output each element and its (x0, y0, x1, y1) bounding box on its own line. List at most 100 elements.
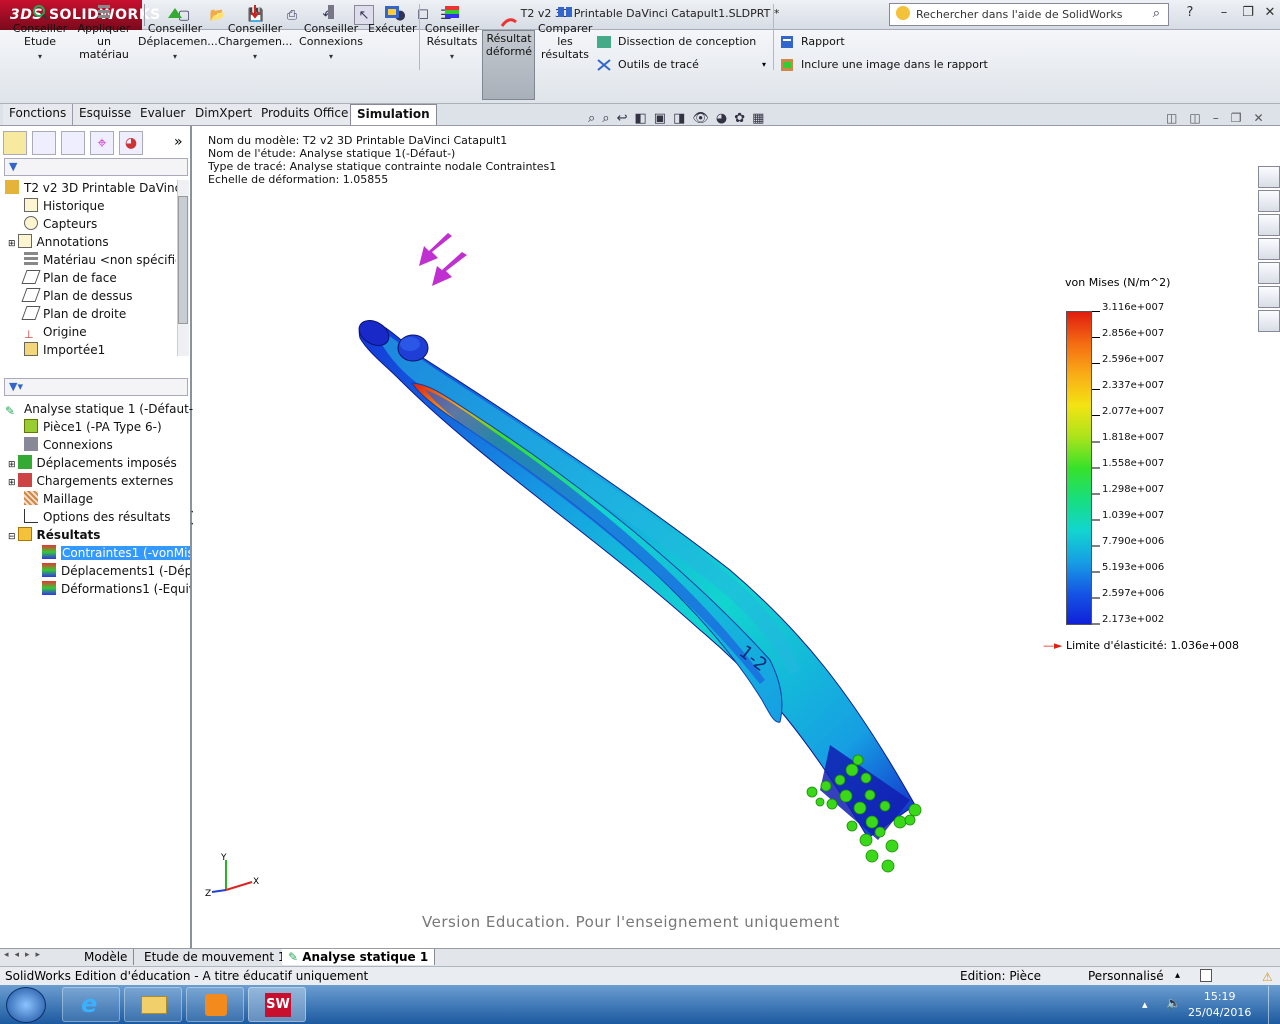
file-explorer-icon[interactable] (1258, 238, 1280, 260)
volume-icon[interactable]: 🔈 (1166, 996, 1181, 1010)
expand-panel-icon[interactable]: » (174, 134, 183, 150)
view-settings-icon[interactable]: ▦ (752, 111, 771, 126)
home-icon[interactable] (1258, 190, 1280, 212)
property-manager-tab-icon[interactable] (32, 131, 56, 155)
vp-minimize-icon[interactable]: – (1213, 111, 1231, 125)
tree-item-annotations[interactable]: ⊞ Annotations (8, 233, 109, 251)
report-button[interactable]: Rapport (779, 35, 845, 49)
study-root[interactable]: ✎ Analyse statique 1 (-Défaut-) (5, 400, 198, 418)
restore-button[interactable]: ❐ (1238, 5, 1258, 23)
study-item-result-options[interactable]: Options des résultats (24, 508, 170, 526)
study-item-results[interactable]: ⊟ Résultats (8, 526, 100, 544)
study-item-connections[interactable]: Connexions (24, 436, 113, 454)
study-item-part[interactable]: Pièce1 (-PA Type 6-) (24, 418, 162, 436)
view-orientation-icon[interactable]: ▣ (654, 111, 673, 126)
show-desktop-button[interactable] (1268, 986, 1280, 1024)
legend-tick: 2.077e+007 (1102, 406, 1165, 417)
appearances-icon[interactable] (1258, 286, 1280, 308)
display-manager-tab-icon[interactable]: ◕ (119, 131, 143, 155)
warning-icon[interactable]: ⚠ (1262, 968, 1273, 986)
run-button[interactable]: Exécuter (368, 4, 417, 35)
include-image-button[interactable]: Inclure une image dans le rapport (779, 58, 988, 72)
tree-item-front-plane[interactable]: Plan de face (21, 269, 117, 287)
hide-show-icon[interactable]: 👁 (692, 111, 716, 126)
tab-features[interactable]: Fonctions (3, 104, 74, 125)
tree-item-right-plane[interactable]: Plan de droite (21, 305, 126, 323)
media-player-icon[interactable] (186, 987, 244, 1022)
study-filter[interactable]: ▼▾ (4, 378, 188, 396)
feature-manager-tab-icon[interactable] (3, 131, 27, 155)
solidworks-resources-icon[interactable] (1258, 166, 1280, 188)
appearance-icon[interactable]: ◕ (716, 111, 734, 126)
results-advisor-button[interactable]: Conseiller Résultats ▾ (424, 4, 480, 63)
view-palette-icon[interactable] (1258, 262, 1280, 284)
study-advisor-button[interactable]: Conseiller Etude ▾ (10, 4, 70, 63)
configuration-manager-tab-icon[interactable] (61, 131, 85, 155)
help-search-input[interactable]: Rechercher dans l'aide de SolidWorks ⌕ (889, 3, 1169, 26)
loads-advisor-button[interactable]: Conseiller Chargemen... ▾ (218, 4, 292, 63)
tree-root[interactable]: T2 v2 3D Printable DaVinci (5, 179, 177, 197)
previous-view-icon[interactable]: ↩ (617, 111, 635, 126)
zoom-to-fit-icon[interactable]: ⌕ (588, 111, 602, 126)
fixtures-advisor-button[interactable]: Conseiller Déplacemen... ▾ (138, 4, 218, 63)
result-strain[interactable]: Déformations1 (-Equival (42, 580, 190, 598)
start-button[interactable] (6, 987, 46, 1023)
load-arrows (419, 233, 467, 286)
rebuild-status-icon[interactable] (1200, 969, 1212, 982)
tree-item-top-plane[interactable]: Plan de dessus (21, 287, 133, 305)
result-displacement[interactable]: Déplacements1 (-Dépl. r (42, 562, 190, 580)
units-text[interactable]: Personnalisé (1088, 967, 1164, 985)
vp-restore-icon[interactable]: ❐ (1231, 111, 1254, 125)
result-stress[interactable]: Contraintes1 (-vonMises-) (42, 544, 190, 562)
design-library-icon[interactable] (1258, 214, 1280, 236)
vp-close-icon[interactable]: ✕ (1253, 111, 1275, 125)
plot-tools-dropdown-icon[interactable]: ▾ (762, 60, 766, 69)
tab-sketch[interactable]: Esquisse (73, 104, 139, 125)
view-toolbar[interactable]: ⌕⌕↩◧▣◨👁◕✿▦ (588, 111, 771, 126)
apply-material-button[interactable]: Appliquer un matériau (76, 4, 132, 61)
help-menu-icon[interactable]: ? (1180, 5, 1200, 23)
zoom-area-icon[interactable]: ⌕ (602, 111, 616, 126)
tree-scroll-thumb[interactable] (178, 196, 188, 324)
scene-icon[interactable]: ✿ (734, 111, 752, 126)
units-arrow-icon[interactable]: ▴ (1175, 967, 1180, 985)
tab-static-analysis[interactable]: ✎ Analyse statique 1 (282, 949, 436, 965)
solidworks-taskbar-icon[interactable]: SW (248, 987, 306, 1022)
connections-advisor-button[interactable]: Conseiller Connexions ▾ (298, 4, 364, 63)
tree-item-material[interactable]: Matériau <non spécifié> (24, 251, 176, 269)
tab-dimxpert[interactable]: DimXpert (189, 104, 260, 125)
study-item-mesh[interactable]: Maillage (24, 490, 93, 508)
tree-item-origin[interactable]: ⊥ Origine (24, 323, 87, 341)
tray-expand-icon[interactable]: ▴ (1142, 998, 1148, 1011)
plot-tools-button[interactable]: Outils de tracé (596, 58, 699, 72)
study-item-loads[interactable]: ⊞ Chargements externes (8, 472, 173, 490)
study-item-fixtures[interactable]: ⊞ Déplacements imposés (8, 454, 177, 472)
dimxpert-tab-icon[interactable]: ⌖ (90, 131, 114, 155)
tree-item-sensors[interactable]: Capteurs (24, 215, 97, 233)
file-explorer-taskbar-icon[interactable] (124, 987, 182, 1022)
tree-item-imported[interactable]: Importée1 (24, 341, 105, 359)
feature-filter[interactable]: ▼ (4, 158, 188, 176)
tab-motion-study[interactable]: Etude de mouvement 1 (138, 949, 293, 965)
tab-office-products[interactable]: Produits Office (255, 104, 356, 125)
tile2-icon[interactable]: ◫ (1189, 111, 1212, 125)
internet-explorer-icon[interactable]: e (62, 987, 120, 1022)
tab-simulation[interactable]: Simulation (350, 104, 437, 125)
custom-properties-icon[interactable] (1258, 310, 1280, 332)
tab-model[interactable]: Modèle (78, 949, 135, 965)
taskbar-clock[interactable]: 15:19 25/04/2016 (1188, 989, 1251, 1021)
minimize-button[interactable]: – (1214, 5, 1234, 23)
viewport-window-controls[interactable]: ◫◫–❐✕ (1166, 111, 1276, 125)
design-insight-button[interactable]: Dissection de conception (596, 35, 756, 49)
tree-item-history[interactable]: Historique (24, 197, 105, 215)
search-icon[interactable]: ⌕ (1153, 6, 1160, 21)
tab-evaluate[interactable]: Evaluer (134, 104, 193, 125)
sensor-icon (24, 216, 38, 230)
section-view-icon[interactable]: ◧ (634, 111, 653, 126)
close-button[interactable]: ✕ (1260, 5, 1280, 23)
tile-icon[interactable]: ◫ (1166, 111, 1189, 125)
display-style-icon[interactable]: ◨ (673, 111, 692, 126)
compare-results-button[interactable]: Comparer les résultats (538, 4, 592, 61)
tab-nav-arrows-icon[interactable]: ◂◂▸▸ (4, 950, 46, 960)
deformed-result-button[interactable]: Résultat déformé (484, 14, 534, 58)
